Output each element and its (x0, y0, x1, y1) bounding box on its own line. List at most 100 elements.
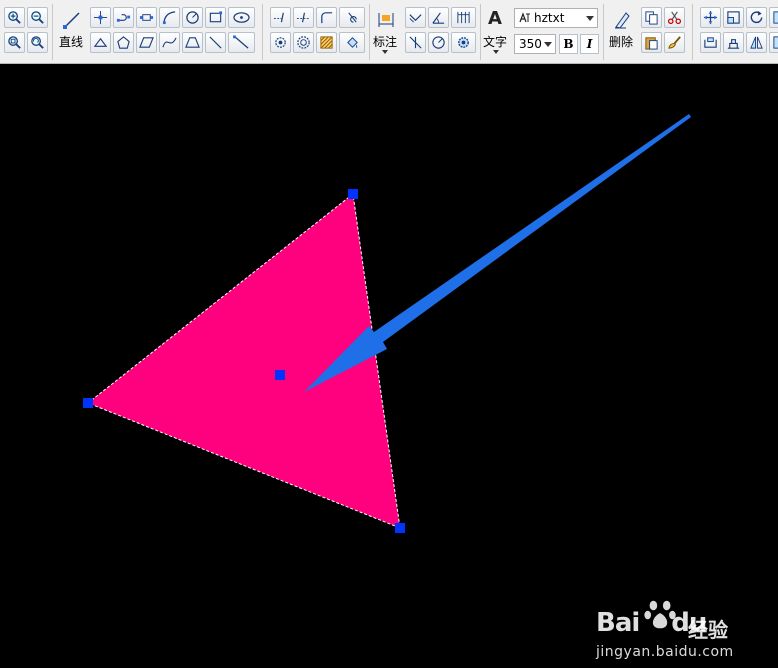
baseline-dim-button[interactable] (451, 7, 476, 28)
chevron-down-icon (586, 16, 594, 21)
parallelogram-icon (139, 37, 154, 48)
array-icon (727, 39, 740, 49)
scale-button[interactable] (723, 7, 744, 28)
chamfer-icon (347, 12, 357, 23)
stretch-icon (704, 37, 717, 48)
radius-icon (432, 36, 445, 49)
fill-button[interactable] (339, 32, 365, 53)
bold-button[interactable]: B (559, 34, 578, 54)
diagonal-line-button[interactable] (205, 32, 226, 53)
extend-button[interactable] (270, 7, 291, 28)
zoom-window-icon (8, 36, 21, 49)
separator (692, 4, 693, 60)
point-button[interactable] (90, 7, 111, 28)
pentagon-icon (117, 36, 130, 49)
grip-vertex-bottom[interactable] (395, 523, 405, 533)
overflow-icon (773, 11, 778, 24)
cad-toolbar: 直线 标注 A 文字 hztxt 350 B I 删除 (0, 0, 778, 64)
angle-icon (432, 12, 445, 24)
rotate-copy-button[interactable] (270, 32, 291, 53)
overflow-icon (773, 36, 778, 49)
text-tool-label: 文字 (483, 35, 508, 49)
text-tool-button[interactable]: A 文字 (483, 8, 511, 58)
dimension-icon (378, 13, 394, 27)
scissors-icon (667, 11, 682, 25)
rotate-icon (750, 10, 763, 24)
trapezoid-icon (185, 37, 200, 48)
radius-dim-button[interactable] (428, 32, 449, 53)
text-a-icon: A (488, 8, 502, 29)
dimension-tool-label: 标注 (373, 35, 398, 49)
dimension-tool-button[interactable]: 标注 (372, 8, 400, 58)
ellipse-button[interactable] (228, 7, 255, 28)
diameter-dim-button[interactable] (451, 32, 476, 53)
arc-button[interactable] (159, 7, 180, 28)
offset-button[interactable] (293, 32, 314, 53)
watermark-brand-pre: Bai (596, 608, 640, 638)
double-line-button[interactable] (136, 7, 157, 28)
zoom-out-button[interactable] (27, 7, 48, 28)
paste-button[interactable] (641, 32, 662, 53)
rectangle-button[interactable] (205, 7, 226, 28)
diagonal-line-2-button[interactable] (228, 32, 255, 53)
more-transform-button[interactable] (769, 7, 778, 28)
array-button[interactable] (723, 32, 744, 53)
ellipse-icon (233, 12, 250, 23)
zoom-window-button[interactable] (4, 32, 25, 53)
copy-button[interactable] (641, 7, 662, 28)
grip-center[interactable] (275, 370, 285, 380)
match-properties-button[interactable] (664, 32, 685, 53)
chamfer-button[interactable] (339, 7, 365, 28)
rotate-button[interactable] (746, 7, 767, 28)
brush-icon (668, 36, 681, 49)
font-size-value: 350 (519, 37, 542, 51)
stretch-button[interactable] (700, 32, 721, 53)
spline-icon (162, 37, 177, 48)
zoom-previous-button[interactable] (27, 32, 48, 53)
watermark-url: jingyan.baidu.com (596, 644, 734, 660)
zoom-in-icon (8, 11, 21, 24)
mirror-button[interactable] (746, 32, 767, 53)
diameter-gear-icon (458, 37, 469, 48)
eraser-icon (615, 12, 630, 29)
trapezoid-button[interactable] (182, 32, 203, 53)
leader-button[interactable] (405, 32, 426, 53)
font-name-select[interactable]: hztxt (514, 8, 598, 28)
watermark-brand-cn: 经验 (688, 618, 728, 642)
more-edit-button[interactable] (769, 32, 778, 53)
separator (480, 4, 481, 60)
triangle-button[interactable] (90, 32, 111, 53)
separator (52, 4, 53, 60)
font-type-icon (519, 12, 530, 23)
trim-button[interactable] (293, 7, 314, 28)
zoom-in-button[interactable] (4, 7, 25, 28)
diagonal-arrow-icon (233, 35, 249, 49)
circle-button[interactable] (182, 7, 203, 28)
aligned-dim-button[interactable] (405, 7, 426, 28)
drawing-canvas[interactable]: Bai du 经验 jingyan.baidu.com (0, 64, 778, 660)
delete-tool-button[interactable]: 删除 (607, 8, 637, 58)
triangle-icon (93, 37, 108, 47)
angular-dim-button[interactable] (428, 7, 449, 28)
polygon-button[interactable] (113, 32, 134, 53)
separator (603, 4, 604, 60)
trim-icon (296, 12, 311, 23)
diagonal-line-icon (209, 36, 222, 49)
crosshair-point-icon (93, 10, 108, 25)
separator (369, 4, 370, 60)
grip-vertex-top[interactable] (348, 189, 358, 199)
italic-button[interactable]: I (580, 34, 599, 54)
zoom-previous-icon (31, 36, 44, 49)
spline-button[interactable] (159, 32, 180, 53)
move-button[interactable] (700, 7, 721, 28)
hatch-button[interactable] (316, 32, 337, 53)
fillet-button[interactable] (316, 7, 337, 28)
text-dropdown-icon (493, 50, 499, 54)
aligned-dimension-icon (409, 14, 422, 23)
polyline-button[interactable] (113, 7, 134, 28)
line-tool-button[interactable]: 直线 (57, 8, 87, 58)
cut-button[interactable] (664, 7, 685, 28)
grip-vertex-left[interactable] (83, 398, 93, 408)
font-size-select[interactable]: 350 (514, 34, 556, 54)
parallelogram-button[interactable] (136, 32, 157, 53)
